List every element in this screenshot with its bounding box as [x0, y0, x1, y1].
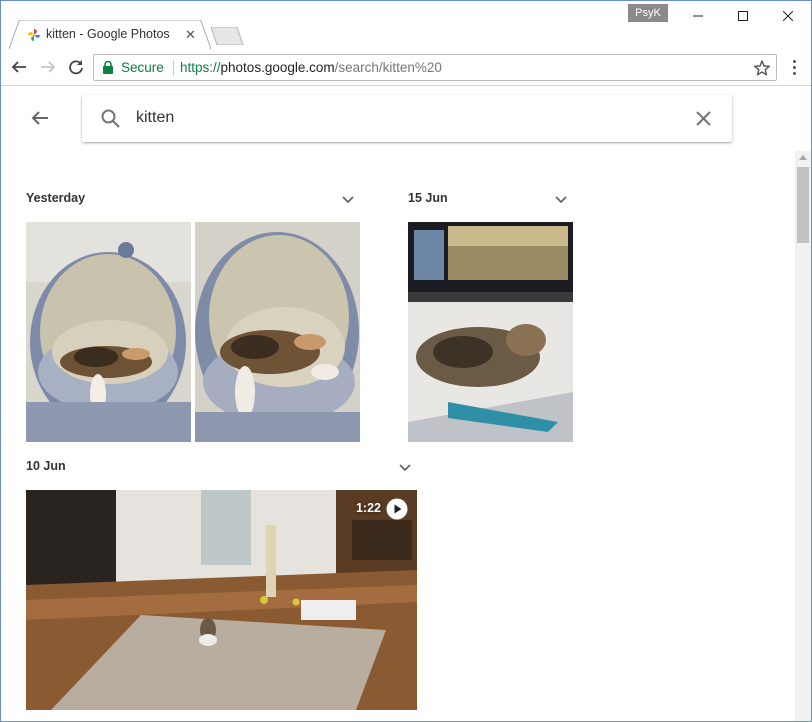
date-group-label: 15 Jun: [408, 191, 448, 205]
url-scheme: https://: [180, 60, 221, 75]
photo-thumbnail[interactable]: [408, 222, 573, 442]
browser-window: kitten - Google Photos ✕ PsyK Secure htt…: [0, 0, 812, 722]
menu-dot: [792, 71, 796, 75]
minimize-icon: [693, 15, 703, 17]
search-icon: [101, 109, 120, 128]
close-icon[interactable]: [694, 109, 713, 128]
close-window-button[interactable]: [765, 1, 811, 31]
browser-forward-button[interactable]: [38, 57, 58, 77]
video-duration: 1:22: [355, 501, 381, 515]
reload-button[interactable]: [66, 57, 86, 77]
close-window-icon: [783, 11, 793, 21]
menu-dot: [792, 65, 796, 69]
new-tab-button[interactable]: [209, 27, 245, 45]
chevron-down-icon[interactable]: [554, 195, 568, 205]
play-icon[interactable]: [386, 498, 408, 520]
url-host: photos.google.com: [220, 60, 335, 75]
lock-icon: [103, 61, 113, 74]
video-thumbnail[interactable]: 1:22: [26, 490, 417, 710]
profile-badge[interactable]: PsyK: [628, 4, 668, 22]
search-input[interactable]: [136, 106, 676, 130]
google-photos-page: Yesterday: [1, 87, 811, 721]
maximize-button[interactable]: [720, 1, 766, 31]
maximize-icon: [738, 11, 748, 21]
photo-thumbnail[interactable]: [195, 222, 360, 442]
tab-title: kitten - Google Photos: [46, 27, 170, 41]
star-icon[interactable]: [753, 59, 771, 77]
reload-icon: [69, 60, 83, 75]
address-bar[interactable]: Secure https://photos.google.com/search/…: [93, 54, 777, 81]
browser-tab[interactable]: kitten - Google Photos ✕: [9, 20, 211, 49]
minimize-button[interactable]: [675, 1, 721, 31]
browser-toolbar: Secure https://photos.google.com/search/…: [1, 49, 811, 86]
date-group-label: Yesterday: [26, 191, 86, 205]
page-scrollbar[interactable]: [795, 151, 811, 721]
menu-dot: [792, 59, 796, 63]
photo-thumbnail[interactable]: [26, 222, 191, 442]
address-separator: [173, 60, 174, 76]
scroll-thumb[interactable]: [797, 167, 809, 243]
title-bar: kitten - Google Photos ✕ PsyK: [1, 1, 811, 49]
browser-back-button[interactable]: [9, 57, 29, 77]
arrow-right-icon: [41, 61, 56, 73]
kitten-desk-photo: [408, 222, 573, 442]
scroll-up-arrow[interactable]: [799, 155, 807, 160]
tab-close-icon[interactable]: ✕: [185, 27, 199, 42]
secure-label: Secure: [121, 60, 164, 75]
photos-search-bar: [82, 95, 732, 142]
url-text[interactable]: https://photos.google.com/search/kitten%…: [180, 60, 442, 75]
kitten-basket-photo: [195, 222, 360, 442]
url-path: /search/kitten%20: [334, 60, 442, 75]
date-group-label: 10 Jun: [26, 459, 66, 473]
chevron-down-icon[interactable]: [341, 195, 355, 205]
arrow-left-icon: [11, 61, 26, 73]
google-photos-favicon-icon: [28, 29, 40, 41]
arrow-left-icon[interactable]: [29, 107, 51, 129]
chevron-down-icon[interactable]: [398, 463, 412, 473]
kitten-basket-photo: [26, 222, 191, 442]
kitten-floor-video-frame: [26, 490, 417, 710]
browser-menu-button[interactable]: [787, 57, 801, 77]
